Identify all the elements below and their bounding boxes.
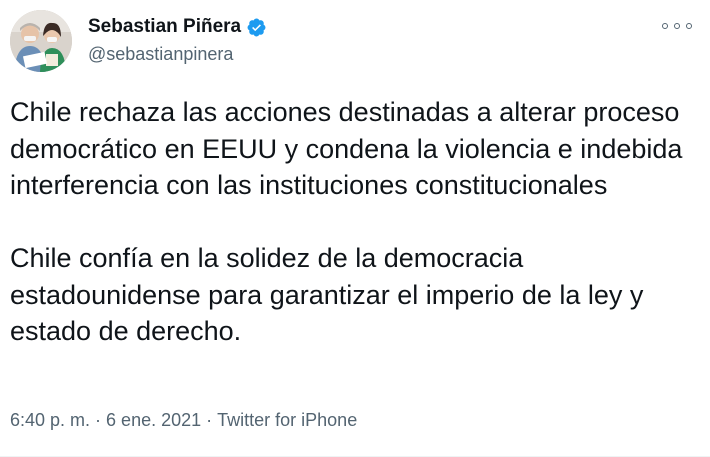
tweet-meta: 6:40 p. m. · 6 ene. 2021 · Twitter for iPhon… — [10, 408, 357, 432]
tweet-text: Chile rechaza las acciones destinadas a … — [10, 94, 700, 350]
author-name[interactable]: Sebastian Piñera — [88, 14, 241, 40]
meta-separator: · — [206, 410, 213, 430]
tweet-paragraph-2: Chile confía en la solidez de la democra… — [10, 243, 644, 346]
tweet-source[interactable]: Twitter for iPhone — [217, 410, 357, 430]
tweet-card: Sebastian Piñera @sebastianpinera Chile … — [0, 0, 710, 457]
more-dot — [686, 23, 692, 29]
name-row: Sebastian Piñera — [88, 14, 267, 40]
more-options-button[interactable] — [662, 16, 692, 36]
tweet-paragraph-1: Chile rechaza las acciones destinadas a … — [10, 97, 683, 200]
tweet-date[interactable]: 6 ene. 2021 — [106, 410, 201, 430]
avatar-photo — [10, 10, 72, 72]
more-dot — [674, 23, 680, 29]
author-handle[interactable]: @sebastianpinera — [88, 42, 267, 66]
meta-separator: · — [95, 410, 102, 430]
tweet-time[interactable]: 6:40 p. m. — [10, 410, 90, 430]
more-dot — [662, 23, 668, 29]
avatar[interactable] — [10, 10, 72, 72]
verified-badge-icon — [246, 17, 267, 38]
author-block: Sebastian Piñera @sebastianpinera — [88, 14, 267, 66]
